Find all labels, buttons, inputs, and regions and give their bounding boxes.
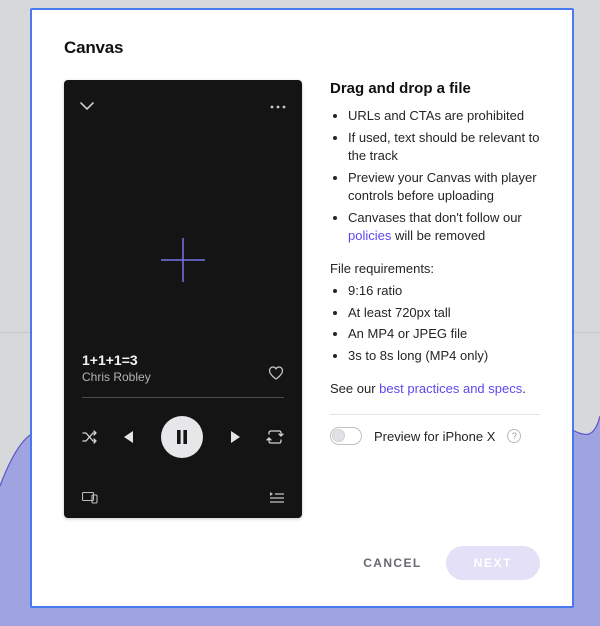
requirement-item: At least 720px tall (348, 304, 540, 322)
toggle-label: Preview for iPhone X (374, 429, 495, 444)
see-prefix: See our (330, 381, 379, 396)
requirements-heading: File requirements: (330, 261, 540, 276)
next-track-icon[interactable] (229, 429, 245, 445)
next-button[interactable]: NEXT (446, 546, 540, 580)
see-suffix: . (522, 381, 526, 396)
guidelines-list: URLs and CTAs are prohibited If used, te… (330, 107, 540, 245)
track-artist: Chris Robley (82, 370, 284, 384)
guideline-text: Canvases that don't follow our (348, 210, 522, 225)
guideline-item: Canvases that don't follow our policies … (348, 209, 540, 245)
iphone-x-preview-toggle[interactable] (330, 427, 362, 445)
cancel-button[interactable]: CANCEL (357, 555, 427, 571)
progress-bar[interactable] (82, 397, 284, 398)
policies-link[interactable]: policies (348, 228, 391, 243)
play-pause-button[interactable] (161, 416, 203, 458)
shuffle-icon[interactable] (82, 430, 98, 444)
right-heading: Drag and drop a file (330, 80, 540, 97)
guideline-tail: will be removed (391, 228, 485, 243)
help-icon[interactable]: ? (507, 429, 521, 443)
add-canvas-plus-icon[interactable] (64, 234, 302, 286)
queue-icon[interactable] (270, 492, 284, 504)
guideline-item: URLs and CTAs are prohibited (348, 107, 540, 125)
see-text: See our best practices and specs. (330, 381, 540, 396)
guideline-item: If used, text should be relevant to the … (348, 129, 540, 165)
heart-icon[interactable] (268, 366, 284, 380)
chevron-down-icon[interactable] (80, 102, 94, 112)
requirements-list: 9:16 ratio At least 720px tall An MP4 or… (330, 282, 540, 366)
requirement-item: 9:16 ratio (348, 282, 540, 300)
canvas-upload-modal: Canvas (30, 8, 574, 608)
best-practices-link[interactable]: best practices and specs (379, 381, 522, 396)
previous-track-icon[interactable] (119, 429, 135, 445)
divider (330, 414, 540, 415)
guideline-item: Preview your Canvas with player controls… (348, 169, 540, 205)
devices-icon[interactable] (82, 492, 98, 504)
requirement-item: An MP4 or JPEG file (348, 325, 540, 343)
repeat-icon[interactable] (266, 430, 284, 444)
track-title: 1+1+1=3 (82, 352, 284, 368)
requirement-item: 3s to 8s long (MP4 only) (348, 347, 540, 365)
canvas-phone-preview: 1+1+1=3 Chris Robley (64, 80, 302, 518)
modal-title: Canvas (64, 38, 540, 58)
more-options-icon[interactable] (270, 105, 286, 109)
